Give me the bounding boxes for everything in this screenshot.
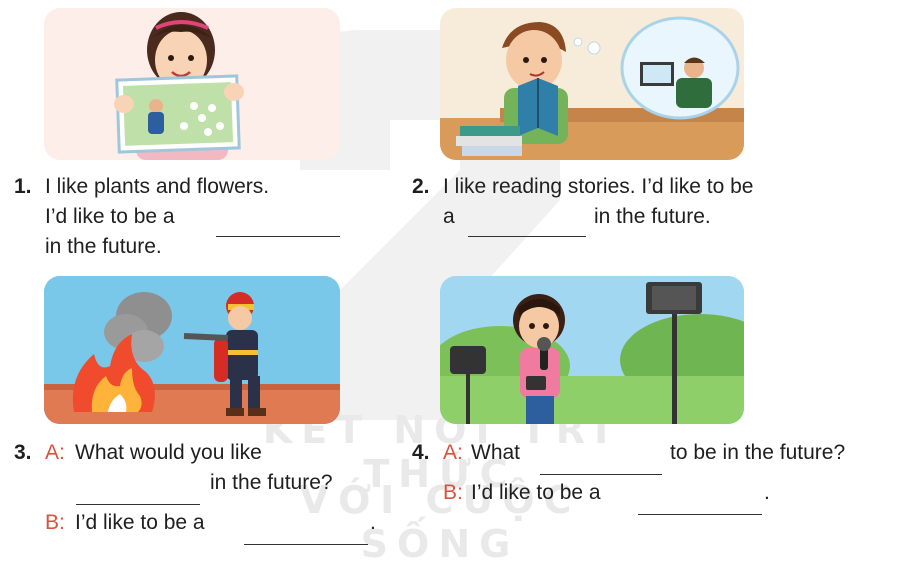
exercise-1: 1. I like plants and flowers. I’d like t… (14, 172, 374, 264)
reporter-illustration (440, 276, 744, 424)
exercise-number: 2. (412, 175, 430, 198)
exercise-text: What (471, 441, 521, 464)
picture-firefighter (44, 276, 340, 424)
exercise-text: in the future? (210, 471, 333, 494)
speaker-a-label: A: (45, 441, 65, 464)
exercise-text: in the future. (45, 235, 162, 258)
exercise-text: . (764, 481, 770, 504)
speaker-b-label: B: (443, 481, 463, 504)
exercise-text: . (370, 511, 376, 534)
exercise-text: I’d like to be a (45, 205, 175, 228)
speaker-b-label: B: (45, 511, 65, 534)
answer-blank[interactable] (216, 218, 340, 237)
exercise-text: I’d like to be a (75, 511, 205, 534)
boy-reading-illustration (440, 16, 744, 160)
firefighter-illustration (44, 276, 340, 424)
exercise-3: 3. A: What would you like in the future?… (14, 438, 394, 545)
exercise-number: 1. (14, 175, 32, 198)
exercise-text: I like plants and flowers. (45, 175, 270, 198)
picture-girl-flowers (44, 8, 340, 160)
exercise-4: 4. A: What to be in the future? B: I’d l… (412, 438, 897, 515)
answer-blank[interactable] (468, 218, 586, 237)
answer-blank[interactable] (76, 486, 200, 505)
answer-blank[interactable] (638, 496, 762, 515)
speaker-a-label: A: (443, 441, 463, 464)
exercise-text: in the future. (594, 205, 711, 228)
picture-reporter (440, 276, 744, 424)
girl-flowers-illustration (114, 12, 244, 160)
exercise-text: a (443, 205, 455, 228)
exercise-text: to be in the future? (670, 441, 846, 464)
exercise-text: What would you like (75, 441, 262, 464)
exercise-2: 2. I like reading stories. I’d like to b… (412, 172, 892, 237)
answer-blank[interactable] (540, 456, 662, 475)
picture-boy-reading (440, 8, 744, 160)
exercise-number: 3. (14, 441, 32, 464)
exercise-number: 4. (412, 441, 430, 464)
exercise-text: I like reading stories. I’d like to be (443, 175, 754, 198)
exercise-text: I’d like to be a (471, 481, 601, 504)
